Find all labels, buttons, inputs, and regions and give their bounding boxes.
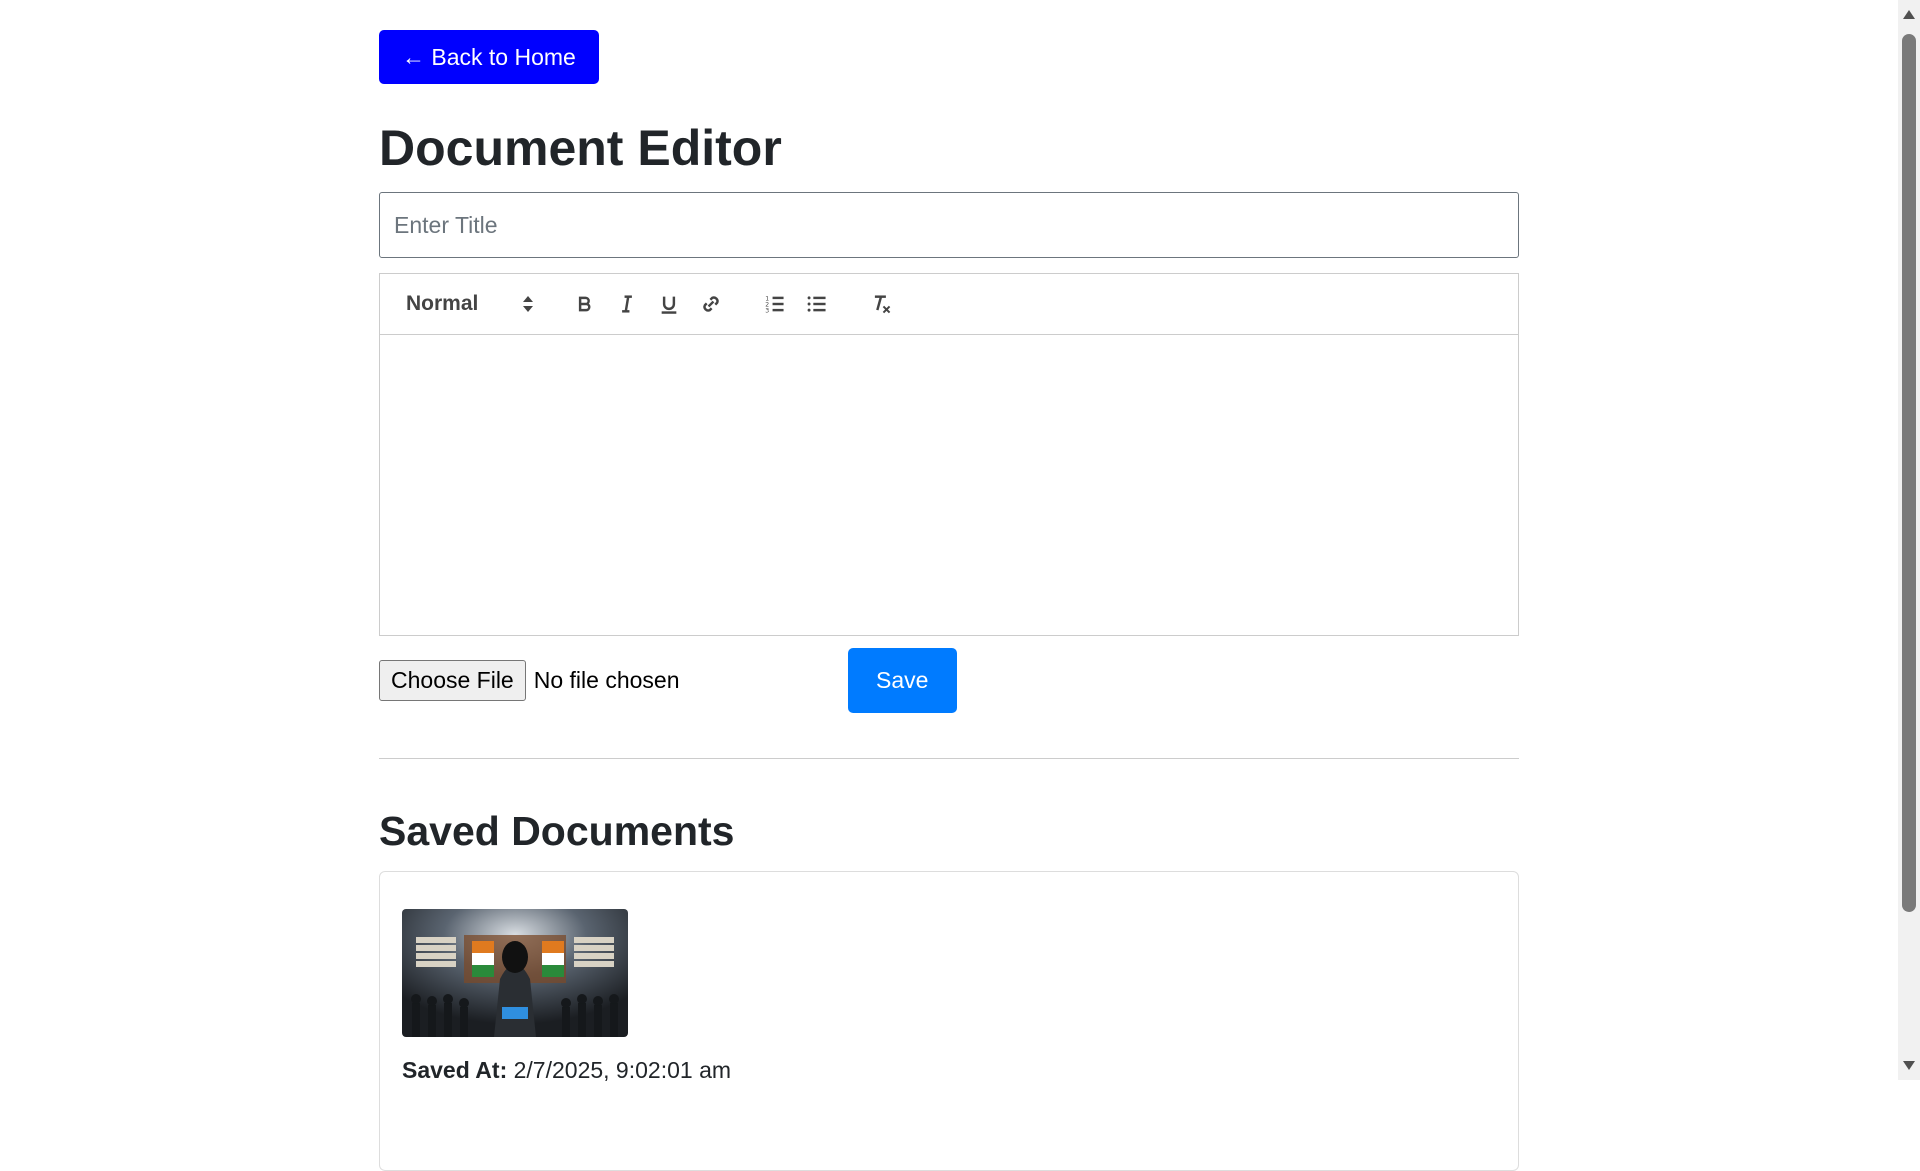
format-select-value: Normal bbox=[406, 292, 479, 316]
saved-at-label: Saved At: bbox=[402, 1056, 508, 1083]
document-thumbnail-image[interactable] bbox=[402, 908, 628, 1037]
editor-content-area[interactable] bbox=[380, 335, 1518, 635]
saved-documents-heading: Saved Documents bbox=[379, 808, 735, 855]
link-icon[interactable] bbox=[690, 284, 732, 324]
vertical-scrollbar[interactable] bbox=[1898, 0, 1920, 1080]
upload-row: Choose File No file chosen Save bbox=[379, 648, 1519, 714]
ordered-list-icon[interactable]: 123 bbox=[754, 284, 796, 324]
scroll-down-icon[interactable] bbox=[1903, 1061, 1915, 1070]
editor-toolbar: Normal 123 bbox=[380, 274, 1518, 336]
section-divider bbox=[379, 758, 1519, 760]
saved-at-value: 2/7/2025, 9:02:01 am bbox=[513, 1056, 732, 1083]
bold-icon[interactable] bbox=[564, 284, 606, 324]
scroll-thumb[interactable] bbox=[1902, 34, 1916, 912]
page-title: Document Editor bbox=[379, 120, 782, 177]
format-select[interactable]: Normal bbox=[406, 292, 534, 316]
underline-icon[interactable] bbox=[648, 284, 690, 324]
clear-format-icon[interactable] bbox=[860, 284, 902, 324]
page-container: ← Back to Home Document Editor Normal bbox=[379, 30, 1519, 1171]
rich-text-editor: Normal 123 bbox=[379, 273, 1519, 637]
file-status: No file chosen bbox=[533, 667, 680, 694]
scroll-up-icon[interactable] bbox=[1903, 10, 1915, 19]
save-button[interactable]: Save bbox=[847, 648, 957, 714]
svg-text:3: 3 bbox=[765, 308, 769, 315]
italic-icon[interactable] bbox=[606, 284, 648, 324]
choose-file-button[interactable]: Choose File bbox=[379, 660, 526, 702]
back-to-home-button[interactable]: ← Back to Home bbox=[379, 30, 599, 85]
saved-document-card: Saved At: 2/7/2025, 9:02:01 am bbox=[379, 870, 1519, 1171]
updown-icon bbox=[523, 296, 533, 313]
bullet-list-icon[interactable] bbox=[796, 284, 838, 324]
title-input[interactable] bbox=[379, 192, 1519, 259]
